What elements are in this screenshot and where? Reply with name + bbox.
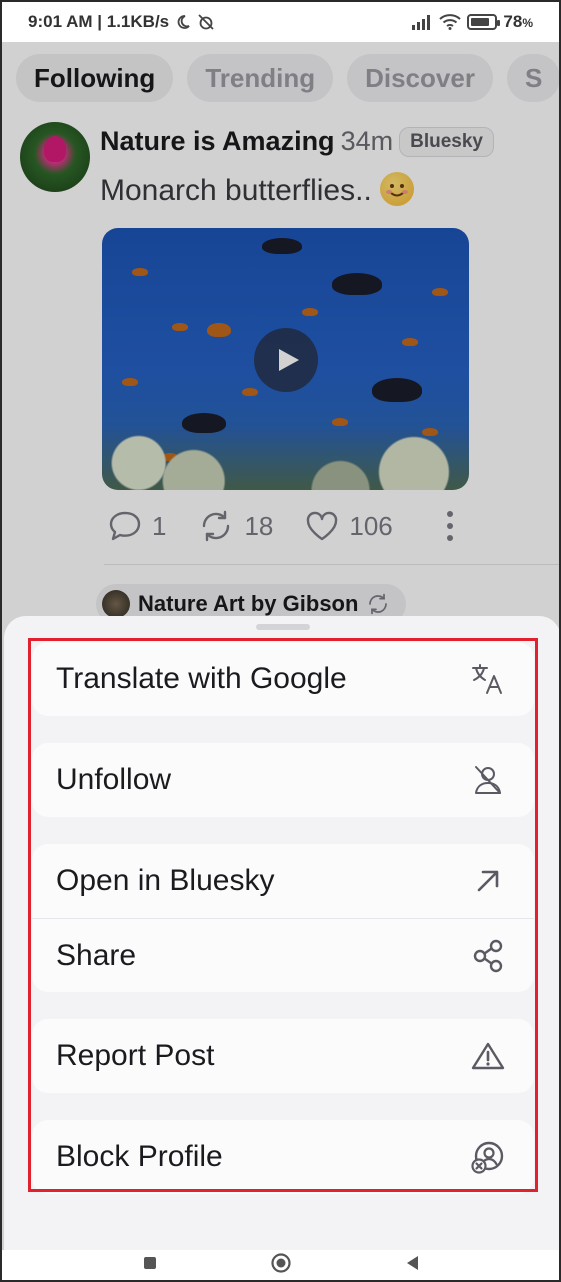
circle-icon <box>270 1252 291 1273</box>
battery-icon <box>467 14 501 30</box>
screen: 9:01 AM | 1.1KB/s 78% Following Trending… <box>0 0 561 1282</box>
sheet-drag-handle[interactable] <box>256 624 310 630</box>
moon-icon <box>175 14 191 30</box>
signal-icon <box>411 14 433 30</box>
recents-button[interactable] <box>142 1255 158 1276</box>
back-triangle-icon <box>406 1255 418 1270</box>
wifi-icon <box>439 14 462 30</box>
back-button[interactable] <box>404 1254 420 1277</box>
system-nav-bar <box>2 1250 559 1280</box>
status-time: 9:01 AM | 1.1KB/s <box>28 12 170 31</box>
bottom-sheet: Translate with Google Unfollow Open in B… <box>4 616 559 1256</box>
status-bar: 9:01 AM | 1.1KB/s 78% <box>2 2 559 42</box>
highlight-annotation <box>28 638 538 1192</box>
alarm-off-icon <box>197 13 215 31</box>
battery-fill <box>471 18 489 26</box>
battery-percent: 78% <box>503 12 533 31</box>
home-button[interactable] <box>270 1252 292 1279</box>
square-icon <box>143 1256 156 1269</box>
